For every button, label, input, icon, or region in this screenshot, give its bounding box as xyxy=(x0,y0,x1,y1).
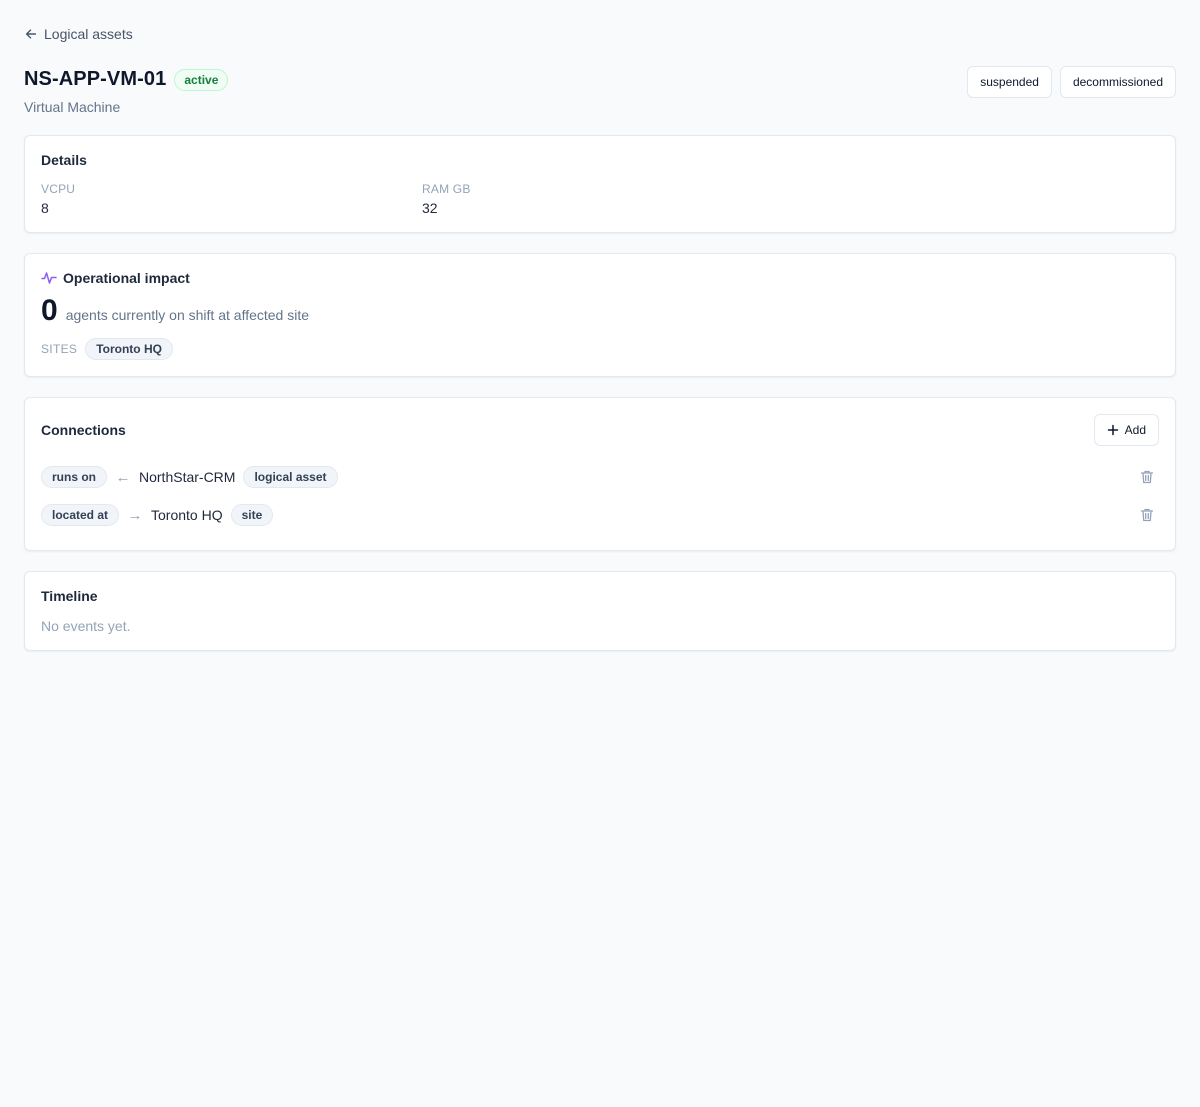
sites-row: SITES Toronto HQ xyxy=(41,338,1159,360)
connection-info: runs on ← NorthStar-CRM logical asset xyxy=(41,466,338,488)
asset-type: Virtual Machine xyxy=(24,99,121,115)
impact-summary: 0 agents currently on shift at affected … xyxy=(41,296,1159,326)
connection-target[interactable]: Toronto HQ xyxy=(151,507,223,523)
status-actions: suspended decommissioned xyxy=(967,66,1176,98)
field-label: VCPU xyxy=(41,182,76,196)
connections-title: Connections xyxy=(41,422,126,438)
trash-icon[interactable] xyxy=(1139,469,1155,485)
page-header: NS-APP-VM-01 active Virtual Machine susp… xyxy=(24,66,1176,115)
relation-pill: runs on xyxy=(41,466,107,488)
timeline-card: Timeline No events yet. xyxy=(24,571,1176,651)
sites-label: SITES xyxy=(41,342,78,356)
target-kind-pill: logical asset xyxy=(243,466,338,488)
relation-pill: located at xyxy=(41,504,120,526)
connections-list: runs on ← NorthStar-CRM logical asset lo… xyxy=(41,458,1159,534)
site-pill: Toronto HQ xyxy=(85,338,173,360)
back-link-label: Logical assets xyxy=(44,26,133,42)
decommissioned-button[interactable]: decommissioned xyxy=(1059,66,1176,98)
title-row: NS-APP-VM-01 active xyxy=(24,68,229,91)
add-connection-button[interactable]: Add xyxy=(1093,414,1159,446)
arrow-left-icon xyxy=(25,29,37,39)
timeline-title: Timeline xyxy=(41,588,98,604)
asset-detail-page: Logical assets NS-APP-VM-01 active Virtu… xyxy=(0,0,1200,675)
details-card: Details VCPU 8 RAM GB 32 xyxy=(24,135,1176,233)
impact-count: 0 xyxy=(41,294,58,327)
connection-row: runs on ← NorthStar-CRM logical asset xyxy=(41,458,1159,496)
connections-header: Connections Add xyxy=(41,414,1159,446)
add-button-label: Add xyxy=(1124,423,1146,437)
arrow-right-icon: → xyxy=(127,506,143,524)
details-grid: VCPU 8 RAM GB 32 xyxy=(41,182,1159,216)
connection-row: located at → Toronto HQ site xyxy=(41,496,1159,534)
details-title: Details xyxy=(41,152,87,168)
impact-header: Operational impact xyxy=(41,270,1159,286)
suspended-button[interactable]: suspended xyxy=(967,66,1052,98)
title-block: NS-APP-VM-01 active Virtual Machine xyxy=(24,68,229,115)
detail-field-vcpu: VCPU 8 xyxy=(41,182,422,216)
field-label: RAM GB xyxy=(422,182,471,196)
detail-field-ram: RAM GB 32 xyxy=(422,182,803,216)
impact-title: Operational impact xyxy=(63,270,190,286)
page-title: NS-APP-VM-01 xyxy=(24,68,167,90)
back-link[interactable]: Logical assets xyxy=(24,26,133,42)
target-kind-pill: site xyxy=(230,504,274,526)
connections-card: Connections Add runs on ← NorthStar-CRM … xyxy=(24,397,1176,551)
arrow-left-icon: ← xyxy=(115,468,131,486)
impact-description: agents currently on shift at affected si… xyxy=(65,307,310,323)
status-badge: active xyxy=(174,68,229,91)
trash-icon[interactable] xyxy=(1139,507,1155,523)
activity-icon xyxy=(41,272,57,284)
field-value: 8 xyxy=(41,200,49,216)
connection-info: located at → Toronto HQ site xyxy=(41,504,274,526)
field-value: 32 xyxy=(422,200,438,216)
plus-icon xyxy=(1107,424,1118,436)
impact-card: Operational impact 0 agents currently on… xyxy=(24,253,1176,377)
timeline-empty-text: No events yet. xyxy=(41,618,131,634)
connection-target[interactable]: NorthStar-CRM xyxy=(139,469,235,485)
